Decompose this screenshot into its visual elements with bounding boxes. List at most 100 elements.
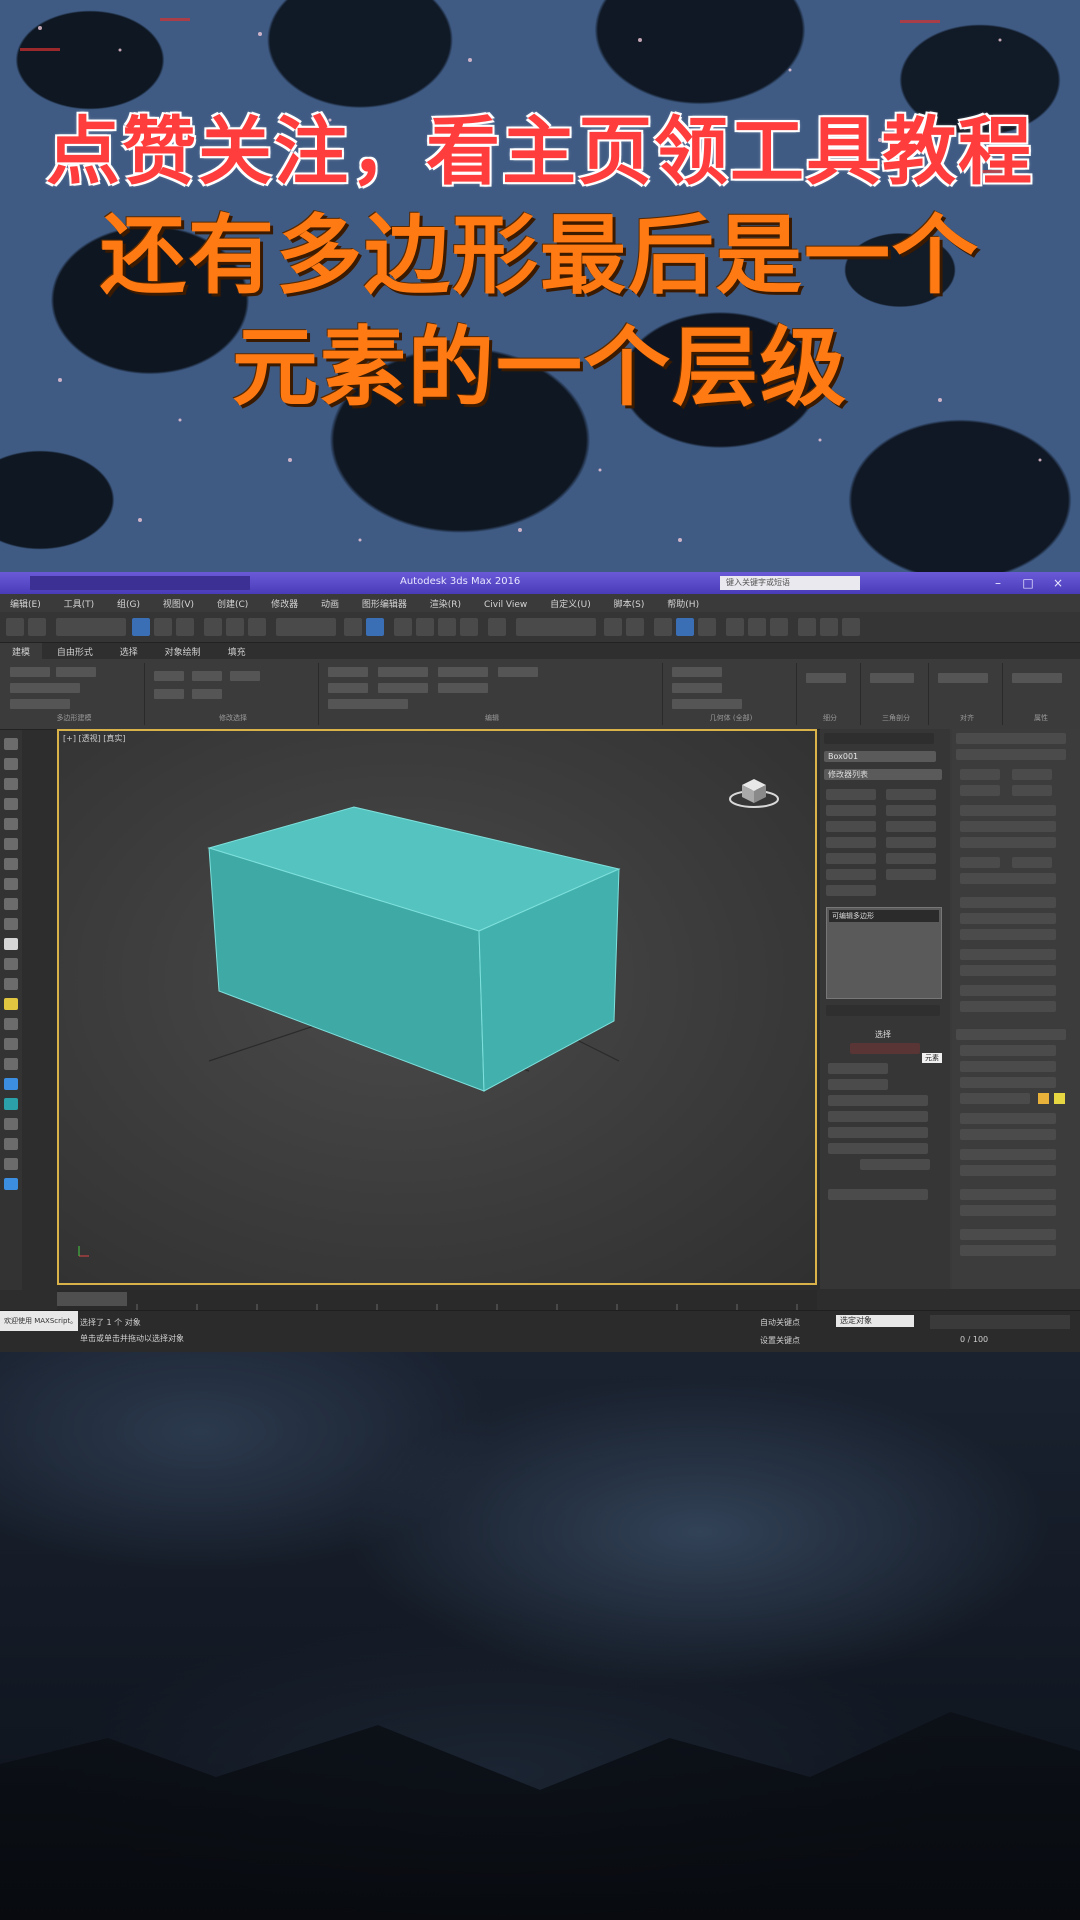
set-key-button[interactable]: 设置关键点	[760, 1335, 800, 1346]
tab-modeling[interactable]: 建模	[0, 643, 43, 660]
rotate-icon[interactable]	[226, 618, 244, 636]
tool-icon[interactable]	[4, 1118, 18, 1130]
maxscript-listener[interactable]: 欢迎使用 MAXScript。	[0, 1311, 78, 1331]
perspective-viewport[interactable]: [+] [透视] [真实]	[57, 729, 817, 1285]
undo-icon[interactable]	[6, 618, 24, 636]
align-icon[interactable]	[626, 618, 644, 636]
menu-item[interactable]: 帮助(H)	[657, 594, 709, 613]
tool-icon[interactable]	[4, 958, 18, 970]
tool-icon[interactable]	[4, 918, 18, 930]
redo-icon[interactable]	[28, 618, 46, 636]
selected-dropdown[interactable]: 选定对象	[836, 1315, 914, 1327]
tool-icon[interactable]	[4, 978, 18, 990]
menu-item[interactable]: 渲染(R)	[420, 594, 471, 613]
tool-icon[interactable]	[4, 758, 18, 770]
ribbon-button[interactable]	[870, 673, 914, 683]
render-iterative-icon[interactable]	[820, 618, 838, 636]
rendered-frame-icon[interactable]	[770, 618, 788, 636]
object-name-field[interactable]: Box001	[824, 751, 936, 762]
auto-key-button[interactable]: 自动关键点	[760, 1317, 800, 1328]
checkbox-row[interactable]	[828, 1143, 928, 1154]
modifier-button[interactable]	[886, 805, 936, 816]
quick-access-toolbar[interactable]	[30, 576, 250, 590]
playback-controls[interactable]	[930, 1315, 1070, 1329]
tool-icon[interactable]	[4, 818, 18, 830]
menu-item[interactable]: 自定义(U)	[540, 594, 601, 613]
option-row[interactable]	[960, 985, 1056, 996]
tool-icon[interactable]	[4, 938, 18, 950]
option-row[interactable]	[960, 1129, 1056, 1140]
box-object[interactable]	[207, 806, 621, 1092]
tab-freeform[interactable]: 自由形式	[45, 643, 105, 660]
edit-named-sets-icon[interactable]	[488, 618, 506, 636]
scale-icon[interactable]	[248, 618, 266, 636]
checkbox-row[interactable]	[828, 1063, 888, 1074]
checkbox-row[interactable]	[828, 1127, 928, 1138]
modifier-button[interactable]	[886, 789, 936, 800]
tool-icon[interactable]	[4, 998, 18, 1010]
menu-item[interactable]: 创建(C)	[207, 594, 258, 613]
ribbon-button[interactable]	[192, 689, 222, 699]
select-object-icon[interactable]	[132, 618, 150, 636]
option-row[interactable]	[960, 805, 1056, 816]
soft-selection-rollout[interactable]	[828, 1189, 928, 1200]
teapot-icon[interactable]	[842, 618, 860, 636]
menu-item[interactable]: Civil View	[474, 597, 537, 613]
menu-item[interactable]: 修改器	[261, 594, 308, 613]
curve-editor-icon[interactable]	[698, 618, 716, 636]
tab-object-paint[interactable]: 对象绘制	[153, 643, 213, 660]
ribbon-button[interactable]	[328, 667, 368, 677]
ribbon-button[interactable]	[438, 683, 488, 693]
ribbon-button[interactable]	[438, 667, 488, 677]
scene-explorer-icon[interactable]	[676, 618, 694, 636]
tool-icon[interactable]	[4, 738, 18, 750]
ribbon-button[interactable]	[378, 683, 428, 693]
move-icon[interactable]	[204, 618, 222, 636]
option-row[interactable]	[1012, 857, 1052, 868]
option-row[interactable]	[960, 1093, 1030, 1104]
option-row[interactable]	[960, 1245, 1056, 1256]
modifier-stack[interactable]: 可编辑多边形	[826, 907, 942, 999]
angle-snap-icon[interactable]	[416, 618, 434, 636]
rollout-header[interactable]	[956, 733, 1066, 744]
ribbon-button[interactable]	[230, 671, 260, 681]
option-row[interactable]	[960, 1113, 1056, 1124]
stack-item[interactable]: 可编辑多边形	[829, 910, 939, 922]
subobject-level-buttons[interactable]	[850, 1043, 920, 1054]
menu-item[interactable]: 动画	[311, 594, 349, 613]
ribbon-button[interactable]	[328, 683, 368, 693]
mirror-icon[interactable]	[604, 618, 622, 636]
tool-icon[interactable]	[4, 1178, 18, 1190]
tool-icon[interactable]	[4, 878, 18, 890]
option-row[interactable]	[960, 949, 1056, 960]
modifier-button[interactable]	[886, 837, 936, 848]
rollout-header[interactable]	[956, 1029, 1066, 1040]
tool-icon[interactable]	[4, 1038, 18, 1050]
timeline[interactable]	[57, 1290, 817, 1310]
menu-item[interactable]: 视图(V)	[153, 594, 204, 613]
option-row[interactable]	[960, 929, 1056, 940]
ribbon-button[interactable]	[10, 699, 70, 709]
shrink-grow-button[interactable]	[860, 1159, 930, 1170]
color-swatch[interactable]	[1038, 1093, 1049, 1104]
option-row[interactable]	[960, 769, 1000, 780]
ribbon-button[interactable]	[672, 699, 742, 709]
modifier-button[interactable]	[826, 821, 876, 832]
ribbon-button[interactable]	[154, 671, 184, 681]
checkbox-row[interactable]	[828, 1111, 928, 1122]
maximize-icon[interactable]: □	[1020, 575, 1036, 591]
modifier-button[interactable]	[886, 853, 936, 864]
render-icon[interactable]	[798, 618, 816, 636]
tool-icon[interactable]	[4, 1078, 18, 1090]
menu-item[interactable]: 图形编辑器	[352, 594, 417, 613]
option-row[interactable]	[960, 1077, 1056, 1088]
snap-icon[interactable]	[394, 618, 412, 636]
ribbon-button[interactable]	[10, 683, 80, 693]
option-row[interactable]	[960, 897, 1056, 908]
panel-tabs[interactable]	[824, 733, 934, 744]
ribbon-button[interactable]	[192, 671, 222, 681]
select-by-name-icon[interactable]	[154, 618, 172, 636]
option-row[interactable]	[960, 1229, 1056, 1240]
menu-item[interactable]: 编辑(E)	[0, 594, 51, 613]
viewcube-icon[interactable]	[729, 779, 779, 808]
